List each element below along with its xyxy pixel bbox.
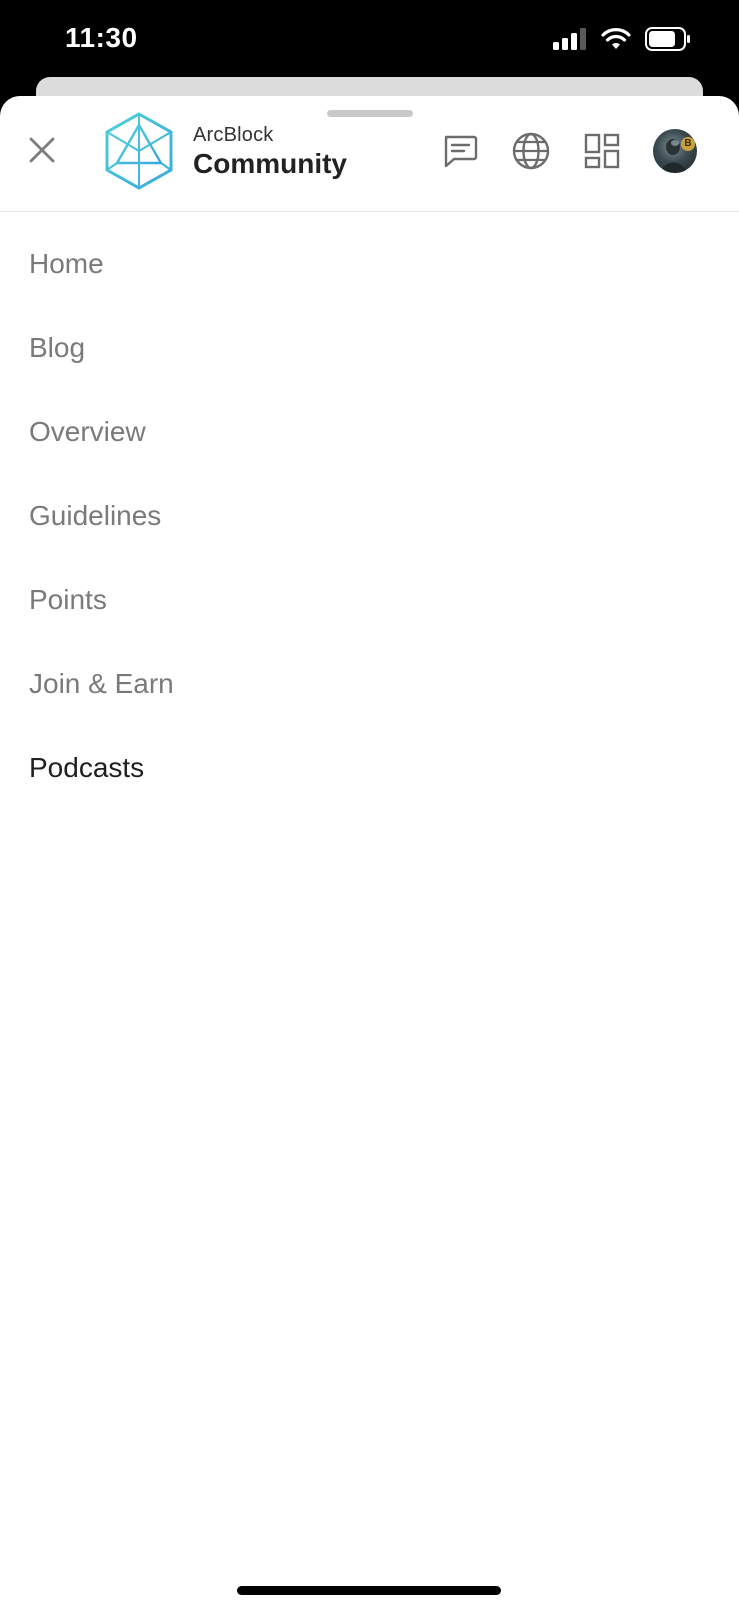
status-bar: 11:30 (0, 0, 739, 82)
navigation-menu: Home Blog Overview Guidelines Points Joi… (0, 222, 739, 810)
status-time: 11:30 (65, 22, 138, 53)
brand-top-text: ArcBlock (193, 124, 274, 146)
wifi-icon (601, 27, 631, 55)
chat-icon (444, 135, 478, 168)
navigation-sheet: ArcBlock Community B Home Blog Overview … (0, 96, 739, 1600)
menu-item-points[interactable]: Points (0, 558, 739, 642)
chat-button[interactable] (439, 130, 481, 172)
menu-item-home[interactable]: Home (0, 222, 739, 306)
brand-bottom-text: Community (193, 148, 347, 179)
menu-item-podcasts[interactable]: Podcasts (0, 726, 739, 810)
arcblock-logo[interactable] (103, 111, 175, 191)
apps-button[interactable] (581, 130, 623, 172)
menu-item-overview[interactable]: Overview (0, 390, 739, 474)
menu-item-blog[interactable]: Blog (0, 306, 739, 390)
battery-icon (645, 26, 691, 56)
apps-grid-icon (584, 133, 620, 169)
brand-name[interactable]: ArcBlock Community (193, 124, 347, 180)
globe-icon (512, 132, 550, 170)
cellular-signal-icon (553, 27, 587, 55)
close-button[interactable] (22, 130, 62, 170)
avatar-image (661, 139, 687, 173)
menu-item-join-earn[interactable]: Join & Earn (0, 642, 739, 726)
close-icon (29, 137, 55, 163)
bitcoin-badge-icon: B (681, 137, 695, 151)
header: ArcBlock Community B (0, 96, 739, 212)
status-icons (553, 26, 691, 56)
user-avatar[interactable]: B (653, 129, 697, 173)
language-button[interactable] (510, 130, 552, 172)
menu-item-guidelines[interactable]: Guidelines (0, 474, 739, 558)
home-indicator (237, 1586, 501, 1595)
